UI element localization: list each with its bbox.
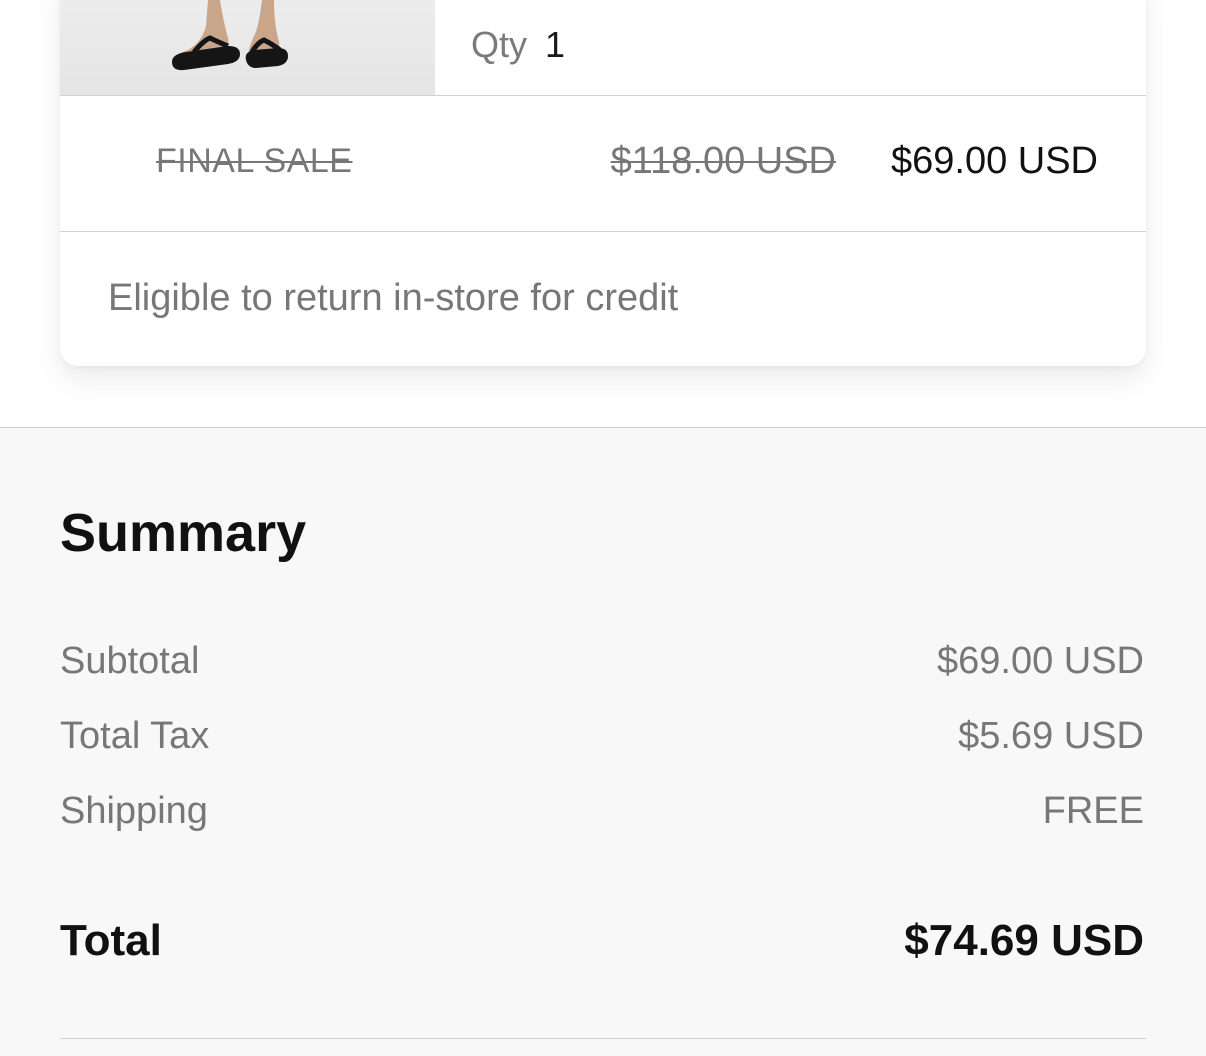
original-price: $118.00 USD bbox=[610, 140, 836, 182]
tax-label: Total Tax bbox=[60, 715, 210, 757]
subtotal-label: Subtotal bbox=[60, 640, 200, 682]
subtotal-row: Subtotal $69.00 USD bbox=[60, 640, 1146, 690]
return-policy-note: Eligible to return in-store for credit bbox=[108, 277, 679, 319]
product-image[interactable] bbox=[60, 0, 435, 95]
shipping-label: Shipping bbox=[60, 790, 208, 832]
product-photo-sandals bbox=[172, 0, 288, 71]
qty-label: Qty bbox=[471, 24, 528, 65]
subtotal-value: $69.00 USD bbox=[936, 640, 1144, 682]
total-value: $74.69 USD bbox=[904, 916, 1144, 965]
tax-row: Total Tax $5.69 USD bbox=[60, 715, 1146, 765]
order-summary: Summary Subtotal $69.00 USD Total Tax $5… bbox=[0, 428, 1206, 1056]
total-label: Total bbox=[60, 916, 162, 965]
order-item-card: Qty 1 FINAL SALE $118.00 USD $69.00 USD … bbox=[60, 0, 1146, 366]
qty-value: 1 bbox=[545, 24, 566, 65]
summary-title: Summary bbox=[60, 503, 307, 563]
divider bbox=[60, 1038, 1146, 1039]
divider bbox=[60, 231, 1146, 232]
total-row: Total $74.69 USD bbox=[60, 916, 1146, 966]
quantity-row: Qty 1 bbox=[471, 20, 565, 70]
shipping-row: Shipping FREE bbox=[60, 790, 1146, 840]
order-item-area: Qty 1 FINAL SALE $118.00 USD $69.00 USD … bbox=[0, 0, 1206, 428]
final-sale-label: FINAL SALE bbox=[156, 142, 353, 180]
shipping-value: FREE bbox=[1042, 790, 1144, 832]
sale-price: $69.00 USD bbox=[890, 140, 1098, 182]
tax-value: $5.69 USD bbox=[958, 715, 1144, 757]
price-row: FINAL SALE $118.00 USD $69.00 USD bbox=[60, 96, 1146, 231]
